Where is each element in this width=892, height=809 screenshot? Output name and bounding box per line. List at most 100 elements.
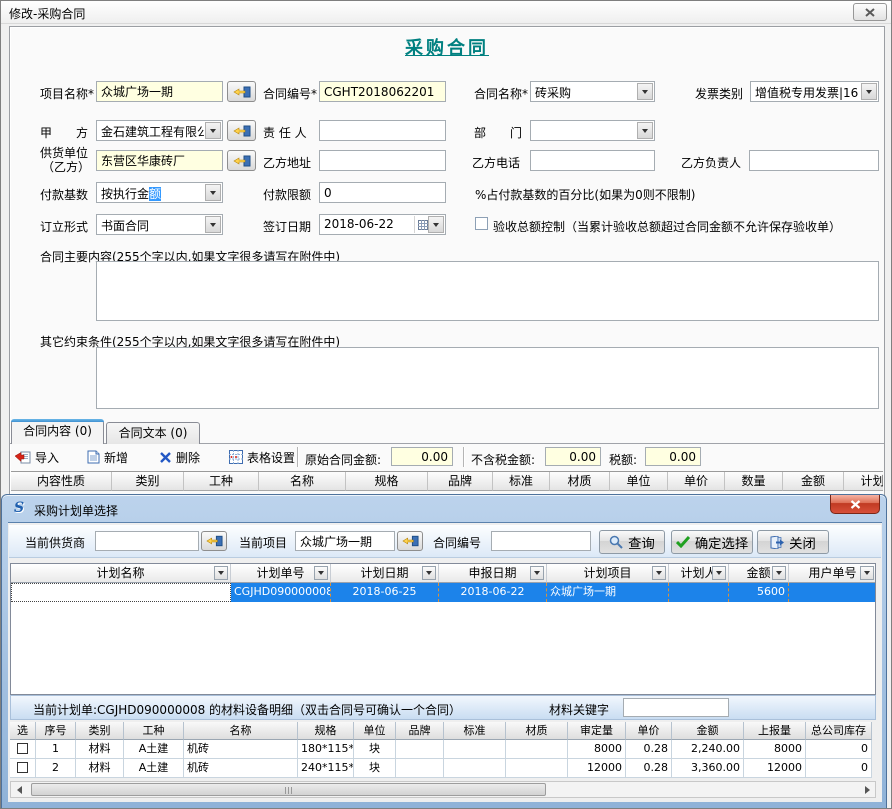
acceptance-total-checkbox[interactable] [475, 217, 488, 230]
dialog-close-button[interactable] [830, 495, 880, 514]
payment-limit-input[interactable] [319, 182, 446, 203]
horizontal-scrollbar[interactable] [10, 781, 876, 798]
chevron-down-icon[interactable] [205, 216, 221, 233]
main-close-button[interactable] [853, 3, 887, 21]
chevron-down-icon[interactable] [637, 83, 653, 100]
column-header-label: 规格 [374, 474, 398, 488]
cell: A土建 [124, 759, 184, 778]
tab-contract-content[interactable]: 合同内容 (0) [11, 420, 104, 444]
close-dialog-button[interactable]: 关闭 [757, 530, 829, 554]
column-filter-button[interactable] [422, 566, 436, 580]
detail-row[interactable]: 1材料A土建机砖180*115*块80000.282,240.0080000 [10, 740, 874, 759]
party-a-select[interactable]: 金石建筑工程有限公 [96, 120, 223, 141]
hand-picker-icon [206, 535, 223, 547]
responsible-input[interactable] [319, 120, 446, 141]
scroll-thumb[interactable] [31, 783, 546, 796]
form-type-select[interactable]: 书面合同 [96, 214, 223, 235]
table-settings-button[interactable]: 表格设置 [229, 446, 295, 468]
other-terms-textarea[interactable] [96, 347, 879, 409]
main-content-textarea[interactable] [96, 261, 879, 321]
search-button[interactable]: 查询 [599, 530, 665, 554]
column-header-5[interactable]: 计划人 [669, 564, 729, 583]
add-button[interactable]: 新增 [87, 446, 128, 468]
column-header-7[interactable]: 用户单号 [789, 564, 876, 583]
cell [444, 759, 506, 778]
column-header-2[interactable]: 计划日期 [331, 564, 439, 583]
column-header-8: 单位 [610, 472, 668, 491]
column-header-1[interactable]: 计划单号 [231, 564, 331, 583]
column-header-label: 单价 [684, 474, 708, 488]
chevron-down-icon[interactable] [861, 83, 877, 100]
chevron-down-icon[interactable] [428, 216, 444, 233]
hand-picker-icon [233, 86, 251, 98]
current-project-input[interactable] [295, 531, 395, 551]
hand-picker-icon [233, 155, 251, 167]
column-header-0[interactable]: 计划名称 [11, 564, 231, 583]
cell [506, 759, 568, 778]
chevron-down-icon[interactable] [205, 122, 221, 139]
supplier-input[interactable] [96, 150, 223, 171]
cell: 2018-06-22 [439, 583, 547, 602]
invoice-type-select[interactable]: 增值税专用发票|16 [750, 81, 879, 102]
column-header-9: 单价 [668, 472, 725, 491]
party-b-address-input[interactable] [319, 150, 446, 171]
party-a-value: 金石建筑工程有限公 [101, 123, 204, 140]
column-header-3[interactable]: 申报日期 [439, 564, 547, 583]
payment-base-select[interactable]: 按执行金额 [96, 182, 223, 203]
column-filter-button[interactable] [314, 566, 328, 580]
material-keyword-input[interactable] [623, 698, 729, 717]
column-header-label: 选 [17, 724, 28, 737]
party-a-select-button[interactable] [227, 120, 256, 141]
contract-name-select[interactable]: 砖采购 [530, 81, 655, 102]
invoice-type-value: 增值税专用发票|16 [755, 84, 860, 101]
import-button[interactable]: 导入 [15, 446, 59, 468]
party-b-phone-input[interactable] [530, 150, 655, 171]
row-checkbox[interactable] [17, 743, 28, 754]
party-b-contact-input[interactable] [749, 150, 879, 171]
calendar-grid-icon [418, 220, 428, 230]
chevron-down-icon[interactable] [205, 184, 221, 201]
cell: 8000 [744, 740, 806, 759]
column-header-label: 数量 [741, 474, 765, 488]
project-picker-button[interactable] [397, 531, 423, 551]
column-header-label: 计划名称 [96, 566, 144, 580]
contract-no-filter-input[interactable] [491, 531, 591, 551]
column-header-label: 单位 [364, 724, 386, 737]
column-header-7: 品牌 [396, 722, 444, 740]
supplier-select-button[interactable] [227, 150, 256, 171]
tax-amount-input[interactable] [645, 447, 701, 466]
original-amount-input[interactable] [391, 447, 453, 466]
tab-contract-text[interactable]: 合同文本 (0) [106, 422, 200, 444]
chevron-down-icon[interactable] [637, 122, 653, 139]
column-filter-button[interactable] [860, 566, 874, 580]
column-filter-button[interactable] [772, 566, 786, 580]
contract-content-table: 内容性质类别工种名称规格品牌标准材质单位单价数量金额计划单 [11, 471, 883, 491]
detail-row[interactable]: 2材料A土建机砖240*115*块120000.283,360.00120000 [10, 759, 874, 778]
column-header-4[interactable]: 计划项目 [547, 564, 669, 583]
column-filter-button[interactable] [530, 566, 544, 580]
cell: 3,360.00 [672, 759, 744, 778]
scroll-left-button[interactable] [11, 782, 27, 797]
plan-row[interactable]: CGJHD0900000082018-06-252018-06-22众城广场一期… [11, 583, 875, 602]
column-header-label: 计划项目 [583, 566, 631, 580]
contract-no-input[interactable] [319, 81, 446, 102]
project-name-input[interactable] [96, 81, 223, 102]
column-header-6[interactable]: 金额 [729, 564, 789, 583]
notax-amount-input[interactable] [545, 447, 601, 466]
column-header-11: 单价 [626, 722, 672, 740]
column-header-label: 品牌 [448, 474, 472, 488]
project-name-label: 项目名称* [40, 85, 94, 102]
department-select[interactable] [530, 120, 655, 141]
scroll-right-button[interactable] [859, 782, 875, 797]
project-select-button[interactable] [227, 81, 256, 102]
row-checkbox[interactable] [17, 762, 28, 773]
supplier-picker-button[interactable] [201, 531, 227, 551]
column-filter-button[interactable] [214, 566, 228, 580]
column-header-12: 金额 [672, 722, 744, 740]
confirm-select-button[interactable]: 确定选择 [671, 530, 753, 554]
delete-button[interactable]: 删除 [159, 446, 200, 468]
column-filter-button[interactable] [712, 566, 726, 580]
sign-date-picker[interactable]: 2018-06-22 [319, 214, 446, 235]
column-filter-button[interactable] [652, 566, 666, 580]
current-supplier-input[interactable] [95, 531, 199, 551]
